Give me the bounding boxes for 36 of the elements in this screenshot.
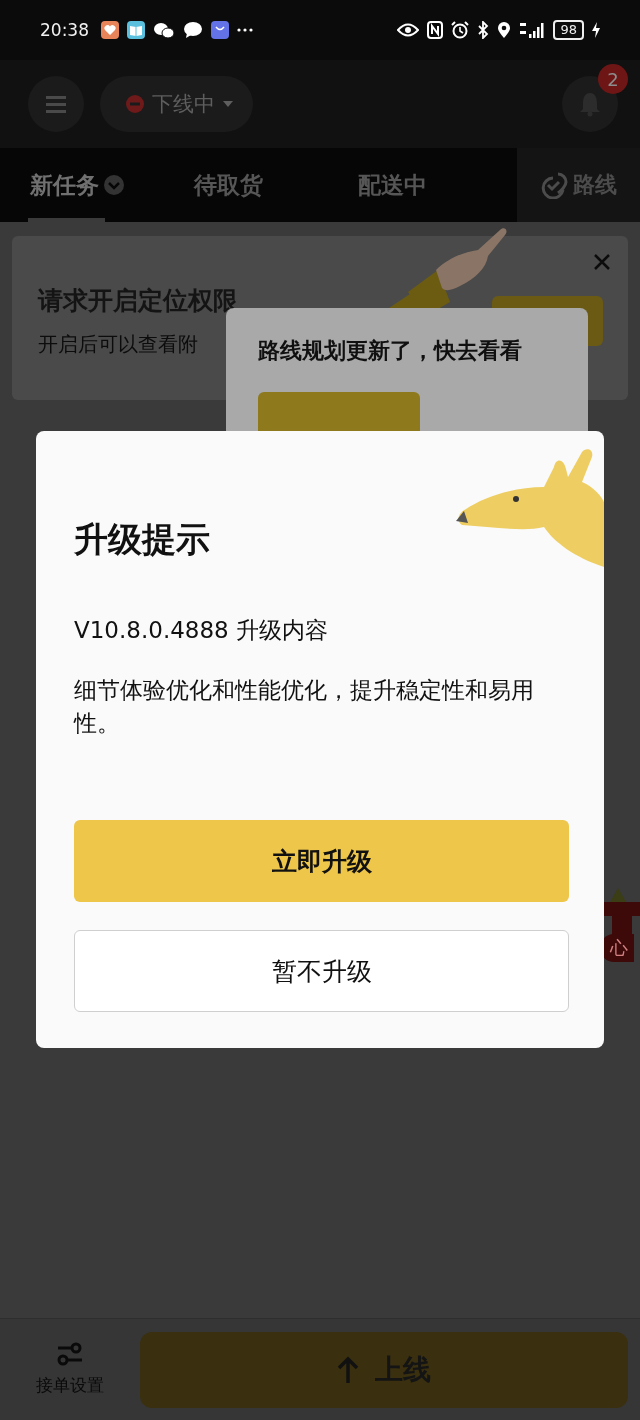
route-button[interactable]: 路线 (517, 148, 640, 222)
map-pin-check-icon (540, 171, 569, 199)
alarm-icon (451, 21, 470, 39)
dialog-title: 升级提示 (74, 518, 210, 561)
more-icon (237, 28, 253, 32)
speech-bubble-icon (183, 21, 203, 39)
location-pin-icon (497, 21, 512, 39)
bell-icon (579, 91, 601, 117)
eye-icon (397, 23, 420, 37)
clock-time: 20:38 (40, 20, 89, 40)
heart-app-icon (101, 21, 119, 39)
notification-count: 2 (598, 64, 628, 94)
bag-app-icon (211, 21, 229, 39)
battery-level: 98 (553, 20, 584, 40)
close-icon[interactable] (594, 254, 610, 270)
up-arrow-icon (337, 1355, 359, 1384)
charging-icon (592, 22, 600, 38)
tab[interactable]: 配送中 (328, 148, 492, 222)
later-button[interactable]: 暂不升级 (74, 930, 569, 1012)
version-text: V10.8.0.4888 升级内容 (74, 616, 329, 645)
bluetooth-icon (477, 21, 490, 39)
status-dropdown[interactable]: 下线中 (100, 76, 253, 132)
nfc-icon (427, 21, 444, 39)
chat-bubbles-icon (153, 21, 175, 39)
tip-message: 路线规划更新了，快去看看 (258, 337, 522, 365)
menu-icon (46, 95, 66, 113)
card-subtitle: 开启后可以查看附 (38, 331, 198, 358)
caret-icon (223, 101, 233, 107)
upgrade-now-button[interactable]: 立即升级 (74, 820, 569, 902)
tab[interactable]: 新任务 (0, 148, 164, 222)
description-text: 细节体验优化和性能优化，提升稳定性和易用性。 (74, 676, 535, 738)
tab[interactable]: 待取货 (164, 148, 328, 222)
signal-icon (519, 21, 546, 39)
book-app-icon (127, 21, 145, 39)
offline-icon (126, 95, 144, 113)
sliders-icon (56, 1342, 84, 1366)
